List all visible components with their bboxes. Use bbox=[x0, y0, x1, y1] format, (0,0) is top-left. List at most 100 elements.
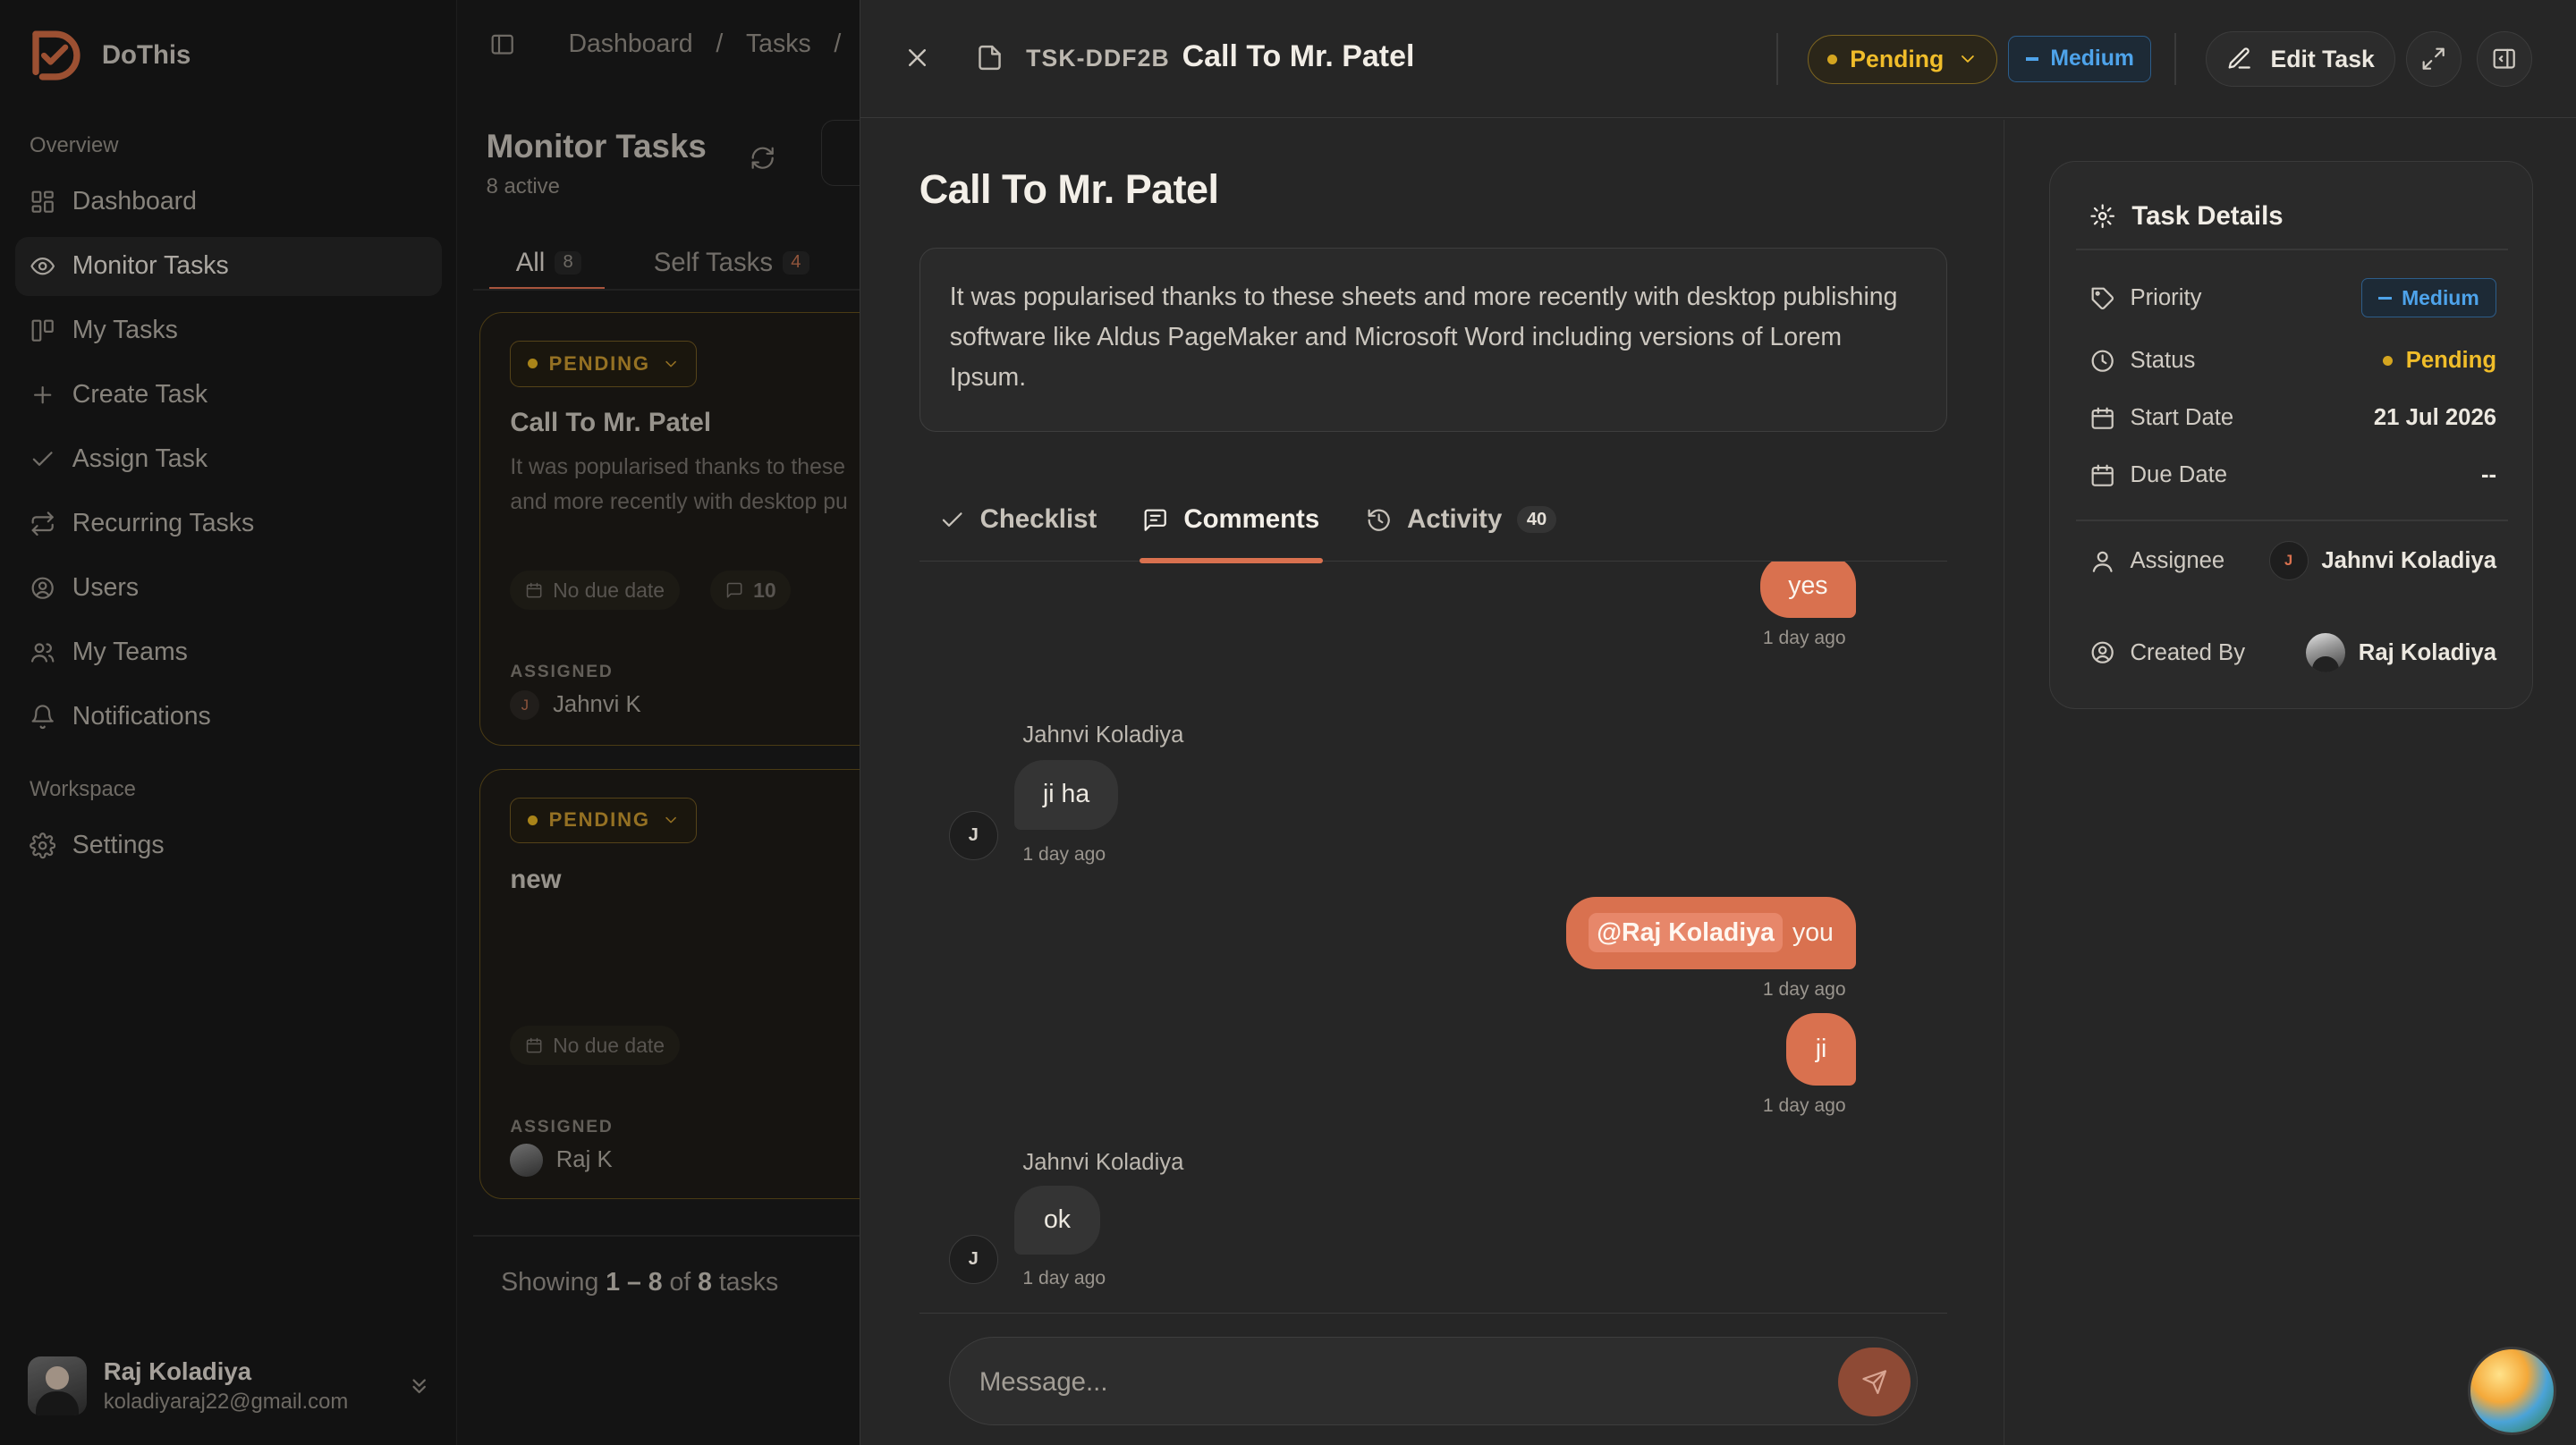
status-dot bbox=[2382, 355, 2393, 366]
avatar: J bbox=[2268, 541, 2309, 581]
status-label: Pending bbox=[1850, 45, 1945, 72]
comment-bubble: yes bbox=[1760, 562, 1856, 618]
overlay-scrim[interactable] bbox=[0, 0, 860, 1445]
settings-icon bbox=[2089, 204, 2114, 229]
assistant-launcher-button[interactable] bbox=[2467, 1347, 2556, 1436]
priority-label: Medium bbox=[2402, 285, 2479, 309]
check-icon bbox=[942, 511, 962, 527]
comments-thread: yes 1 day ago Jahnvi Koladiya ji ha J 1 … bbox=[919, 562, 1948, 1314]
divider bbox=[2075, 520, 2508, 522]
heading-text: Task Details bbox=[2131, 201, 2284, 232]
detail-label-text: Due Date bbox=[2130, 462, 2228, 488]
comment-bubble: ok bbox=[1014, 1186, 1100, 1255]
comment-author: Jahnvi Koladiya bbox=[1022, 1149, 1184, 1175]
pencil-icon bbox=[2228, 47, 2250, 70]
task-details-heading: Task Details bbox=[2089, 201, 2284, 232]
comment-bubble: ji ha bbox=[1014, 760, 1118, 830]
priority-badge: Medium bbox=[2361, 278, 2497, 318]
send-button[interactable] bbox=[1838, 1348, 1911, 1417]
task-details-card: Task Details Priority Medium Status Pend… bbox=[2048, 160, 2534, 710]
detail-value: 21 Jul 2026 bbox=[2373, 405, 2497, 430]
send-icon bbox=[1862, 1370, 1886, 1394]
edit-task-button[interactable]: Edit Task bbox=[2205, 30, 2395, 88]
detail-label-text: Start Date bbox=[2130, 405, 2234, 430]
status-dropdown[interactable]: Pending bbox=[1808, 34, 1998, 84]
avatar: J bbox=[948, 1235, 998, 1285]
detail-row-status: Status Pending bbox=[2089, 341, 2497, 380]
priority-label: Medium bbox=[2050, 46, 2134, 72]
panel-toggle-button[interactable] bbox=[2476, 30, 2533, 88]
calendar-icon bbox=[2091, 464, 2114, 486]
status-dot bbox=[1826, 54, 1837, 64]
divider bbox=[2174, 32, 2176, 86]
message-square-icon bbox=[1145, 509, 1167, 531]
comment-text: ji bbox=[1815, 1035, 1827, 1064]
expand-button[interactable] bbox=[2405, 30, 2462, 88]
detail-label-text: Priority bbox=[2130, 284, 2202, 310]
task-description: It was popularised thanks to these sheet… bbox=[919, 248, 1948, 433]
comment-time: 1 day ago bbox=[1762, 627, 1846, 648]
detail-label: Status bbox=[2089, 347, 2196, 374]
comment-text: ok bbox=[1043, 1205, 1071, 1235]
detail-label: Priority bbox=[2089, 284, 2202, 311]
detail-row-due-date: Due Date -- bbox=[2089, 456, 2497, 495]
panel-right-icon bbox=[2494, 49, 2516, 70]
clock-icon bbox=[2091, 350, 2114, 372]
creator-name: Raj Koladiya bbox=[2358, 639, 2497, 665]
detail-value: Medium bbox=[2361, 278, 2497, 318]
comment-author: Jahnvi Koladiya bbox=[1022, 722, 1184, 748]
minus-icon bbox=[2025, 57, 2039, 61]
detail-value: -- bbox=[2480, 462, 2497, 488]
drawer-details-panel: Task Details Priority Medium Status Pend… bbox=[2003, 120, 2576, 1445]
task-key: TSK-DDF2B bbox=[1026, 44, 1170, 72]
tag-icon bbox=[2091, 287, 2114, 309]
detail-row-priority: Priority Medium bbox=[2089, 278, 2497, 318]
calendar-icon bbox=[2091, 407, 2114, 429]
close-icon[interactable] bbox=[902, 43, 932, 72]
detail-row-created-by: Created By Raj Koladiya bbox=[2089, 633, 2497, 673]
divider bbox=[1776, 32, 1779, 86]
detail-row-start-date: Start Date 21 Jul 2026 bbox=[2089, 398, 2497, 437]
edit-task-label: Edit Task bbox=[2270, 45, 2375, 72]
tab-count: 40 bbox=[1516, 506, 1557, 534]
detail-row-assignee: Assignee J Jahnvi Koladiya bbox=[2089, 541, 2497, 581]
detail-label: Start Date bbox=[2089, 405, 2234, 431]
tab-checklist[interactable]: Checklist bbox=[939, 477, 1097, 562]
comment-time: 1 day ago bbox=[1022, 844, 1106, 866]
drawer-header: TSK-DDF2B Call To Mr. Patel Pending Medi… bbox=[860, 0, 2576, 119]
tab-label: Activity bbox=[1407, 504, 1503, 535]
drawer-tabs: Checklist Comments Activity 40 bbox=[919, 477, 1948, 563]
tab-label: Comments bbox=[1183, 504, 1320, 535]
status-label: Pending bbox=[2405, 347, 2497, 373]
mention-tag[interactable]: @Raj Koladiya bbox=[1589, 913, 1783, 953]
user-circle-icon bbox=[2091, 642, 2114, 664]
tab-activity[interactable]: Activity 40 bbox=[1366, 477, 1557, 562]
history-icon bbox=[1368, 509, 1391, 531]
expand-icon bbox=[2423, 47, 2445, 71]
tab-label: Checklist bbox=[979, 504, 1097, 535]
tab-comments[interactable]: Comments bbox=[1139, 477, 1323, 563]
task-detail-drawer: TSK-DDF2B Call To Mr. Patel Pending Medi… bbox=[859, 0, 2576, 1445]
assignee-name: Jahnvi Koladiya bbox=[2321, 547, 2497, 573]
drawer-main: Call To Mr. Patel It was popularised tha… bbox=[860, 120, 2004, 1445]
message-input[interactable] bbox=[979, 1360, 1801, 1404]
detail-label: Created By bbox=[2089, 639, 2245, 665]
file-icon bbox=[979, 45, 1001, 70]
detail-label-text: Status bbox=[2130, 347, 2196, 373]
detail-value: J Jahnvi Koladiya bbox=[2268, 541, 2497, 581]
comment-bubble: ji bbox=[1786, 1013, 1856, 1086]
drawer-title: Call To Mr. Patel bbox=[1182, 39, 1415, 74]
comment-text: you bbox=[1792, 917, 1834, 947]
priority-badge: Medium bbox=[2008, 36, 2152, 82]
detail-label: Due Date bbox=[2089, 462, 2227, 488]
comment-time: 1 day ago bbox=[1762, 978, 1846, 1000]
detail-label-text: Created By bbox=[2130, 639, 2246, 665]
avatar bbox=[2306, 633, 2346, 673]
detail-value: Pending bbox=[2382, 347, 2497, 374]
divider bbox=[2075, 249, 2508, 251]
comment-composer bbox=[948, 1337, 1919, 1426]
comment-text: ji ha bbox=[1042, 780, 1090, 809]
minus-icon bbox=[2378, 296, 2393, 300]
comment-time: 1 day ago bbox=[1022, 1267, 1106, 1289]
chevron-down-icon bbox=[1962, 55, 1974, 63]
